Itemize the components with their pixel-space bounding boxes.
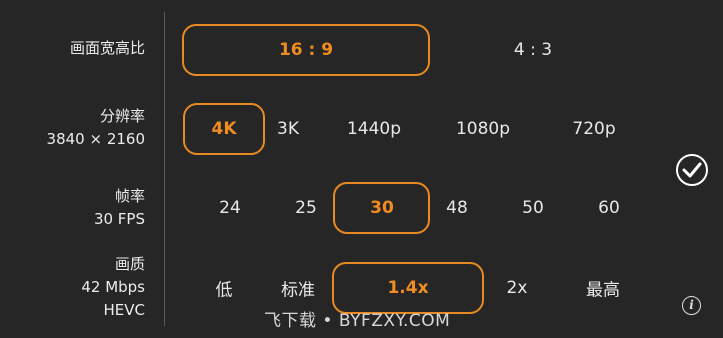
frame-rate-option-48[interactable]: 48 — [446, 198, 468, 218]
resolution-option-3k[interactable]: 3K — [277, 119, 299, 139]
quality-option-1-4x[interactable]: 1.4x — [387, 278, 428, 298]
aspect-option-4-3[interactable]: 4 : 3 — [514, 40, 552, 60]
frame-rate-option-60[interactable]: 60 — [598, 198, 620, 218]
frame-rate-subtitle: 30 FPS — [93, 210, 145, 228]
resolution-label: 分辨率 3840 × 2160 — [47, 105, 145, 151]
resolution-subtitle: 3840 × 2160 — [46, 130, 145, 148]
quality-title: 画质 — [114, 255, 145, 273]
resolution-option-1440p[interactable]: 1440p — [347, 119, 401, 139]
frame-rate-option-50[interactable]: 50 — [522, 198, 544, 218]
frame-rate-option-24[interactable]: 24 — [219, 198, 241, 218]
resolution-option-4k[interactable]: 4K — [211, 119, 236, 139]
quality-codec: HEVC — [103, 301, 146, 319]
check-circle-icon[interactable] — [676, 154, 708, 186]
aspect-ratio-label: 画面宽高比 — [70, 37, 145, 60]
resolution-option-1080p[interactable]: 1080p — [456, 119, 510, 139]
frame-rate-title: 帧率 — [114, 187, 145, 205]
frame-rate-label: 帧率 30 FPS — [94, 185, 145, 231]
quality-option-2x[interactable]: 2x — [507, 278, 528, 298]
quality-option-standard[interactable]: 标准 — [281, 276, 315, 301]
resolution-title: 分辨率 — [99, 107, 145, 125]
quality-bitrate: 42 Mbps — [81, 278, 145, 296]
divider — [164, 12, 165, 326]
frame-rate-option-30[interactable]: 30 — [370, 198, 394, 218]
resolution-option-720p[interactable]: 720p — [572, 119, 615, 139]
aspect-option-16-9[interactable]: 16 : 9 — [279, 40, 333, 60]
info-icon[interactable]: i — [682, 296, 701, 315]
quality-label: 画质 42 Mbps HEVC — [81, 253, 145, 322]
quality-option-low[interactable]: 低 — [216, 276, 233, 301]
check-mark-icon — [682, 162, 702, 178]
aspect-ratio-title: 画面宽高比 — [69, 39, 145, 57]
frame-rate-option-25[interactable]: 25 — [295, 198, 317, 218]
watermark-text: 飞下载 • BYFZXY.COM — [264, 311, 451, 331]
quality-option-highest[interactable]: 最高 — [586, 276, 620, 301]
